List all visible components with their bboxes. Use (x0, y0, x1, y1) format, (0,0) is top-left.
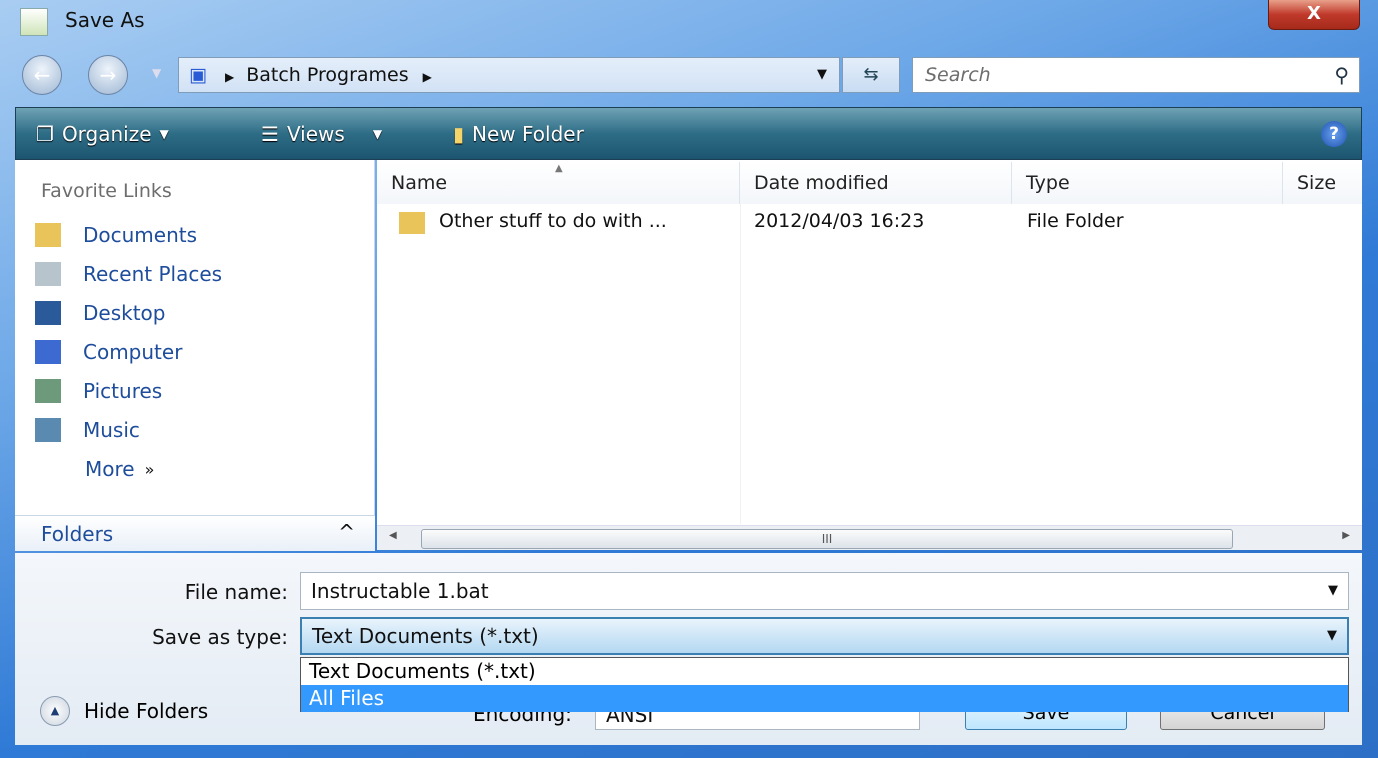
address-bar[interactable]: ▣ ▶ Batch Programes ▶ ▼ (178, 57, 840, 93)
forward-button[interactable]: → (88, 55, 128, 95)
window-title: Save As (65, 8, 145, 32)
computer-icon: ▣ (189, 64, 207, 86)
new-folder-button[interactable]: ▮ New Folder (453, 122, 584, 146)
close-button[interactable]: X (1268, 0, 1360, 30)
hide-folders-button[interactable]: ▲ Hide Folders (40, 696, 208, 726)
notepad-icon (20, 8, 48, 36)
desktop-icon (35, 301, 61, 325)
save-as-type-dropdown-list: Text Documents (*.txt) All Files (300, 657, 1349, 712)
file-type: File Folder (1027, 210, 1124, 232)
folder-icon (399, 212, 425, 234)
scrollbar-thumb[interactable]: III (421, 529, 1233, 549)
file-name-input[interactable]: Instructable 1.bat ▼ (300, 572, 1349, 610)
help-button[interactable]: ? (1321, 121, 1347, 147)
folders-toggle[interactable]: Folders ^ (15, 515, 375, 551)
search-icon: ⚲ (1334, 63, 1349, 87)
recent-pages-dropdown[interactable]: ▼ (152, 66, 161, 80)
file-name-label: File name: (184, 580, 288, 604)
music-icon (35, 418, 61, 442)
save-as-type-select[interactable]: Text Documents (*.txt) ▼ (300, 617, 1349, 655)
back-button[interactable]: ← (22, 55, 62, 95)
sort-ascending-icon: ▲ (555, 163, 563, 174)
option-text-documents[interactable]: Text Documents (*.txt) (301, 658, 1348, 685)
more-chevron-icon: » (144, 459, 155, 479)
pictures-icon (35, 379, 61, 403)
file-name: Other stuff to do with ... (439, 210, 667, 232)
column-header-date[interactable]: Date modified (740, 162, 1012, 204)
sidebar-item-recent-places[interactable]: Recent Places (35, 262, 222, 286)
navigation-pane: Favorite Links Documents Recent Places D… (15, 160, 375, 550)
favorite-links-heading: Favorite Links (41, 180, 172, 202)
search-placeholder: Search (925, 64, 991, 86)
chevron-down-icon[interactable]: ▼ (1328, 573, 1338, 609)
organize-button[interactable]: ❐ Organize ▼ (36, 122, 169, 146)
horizontal-scrollbar[interactable]: ◀ III ▶ (377, 525, 1362, 550)
column-header-name[interactable]: Name ▲ (377, 162, 740, 204)
refresh-button[interactable]: ⇆ (842, 57, 900, 93)
option-all-files[interactable]: All Files (301, 685, 1348, 712)
sidebar-item-music[interactable]: Music (35, 418, 140, 442)
views-button[interactable]: ☰ Views ▼ (261, 122, 382, 146)
file-list: Name ▲ Date modified Type Size Other stuf… (377, 160, 1362, 525)
sidebar-item-documents[interactable]: Documents (35, 223, 197, 247)
computer-icon (35, 340, 61, 364)
documents-folder-icon (35, 223, 61, 247)
sidebar-item-desktop[interactable]: Desktop (35, 301, 165, 325)
file-date: 2012/04/03 16:23 (754, 210, 925, 232)
address-dropdown-icon[interactable]: ▼ (817, 58, 827, 92)
views-icon: ☰ (261, 122, 279, 146)
command-toolbar: ❐ Organize ▼ ☰ Views ▼ ▮ New Folder ? (15, 107, 1362, 160)
scroll-right-icon[interactable]: ▶ (1342, 530, 1350, 541)
sidebar-item-computer[interactable]: Computer (35, 340, 182, 364)
chevron-up-icon: ^ (338, 520, 355, 544)
save-as-type-label: Save as type: (152, 625, 288, 649)
chevron-down-icon[interactable]: ▼ (1327, 619, 1337, 653)
scroll-left-icon[interactable]: ◀ (389, 530, 397, 541)
sidebar-item-pictures[interactable]: Pictures (35, 379, 162, 403)
organize-icon: ❐ (36, 122, 54, 146)
save-as-dialog: Save As X ← → ▼ ▣ ▶ Batch Programes ▶ ▼ ⇆ … (0, 0, 1378, 758)
more-links[interactable]: More» (85, 457, 154, 481)
recent-places-icon (35, 262, 61, 286)
column-header-size[interactable]: Size (1283, 162, 1362, 204)
new-folder-icon: ▮ (453, 122, 465, 146)
search-input[interactable]: Search ⚲ (912, 57, 1360, 93)
breadcrumb-batch-programes[interactable]: Batch Programes (246, 64, 408, 86)
collapse-up-icon: ▲ (40, 696, 70, 726)
column-header-type[interactable]: Type (1012, 162, 1283, 204)
file-row[interactable]: Other stuff to do with ... 2012/04/03 16… (377, 204, 1362, 240)
